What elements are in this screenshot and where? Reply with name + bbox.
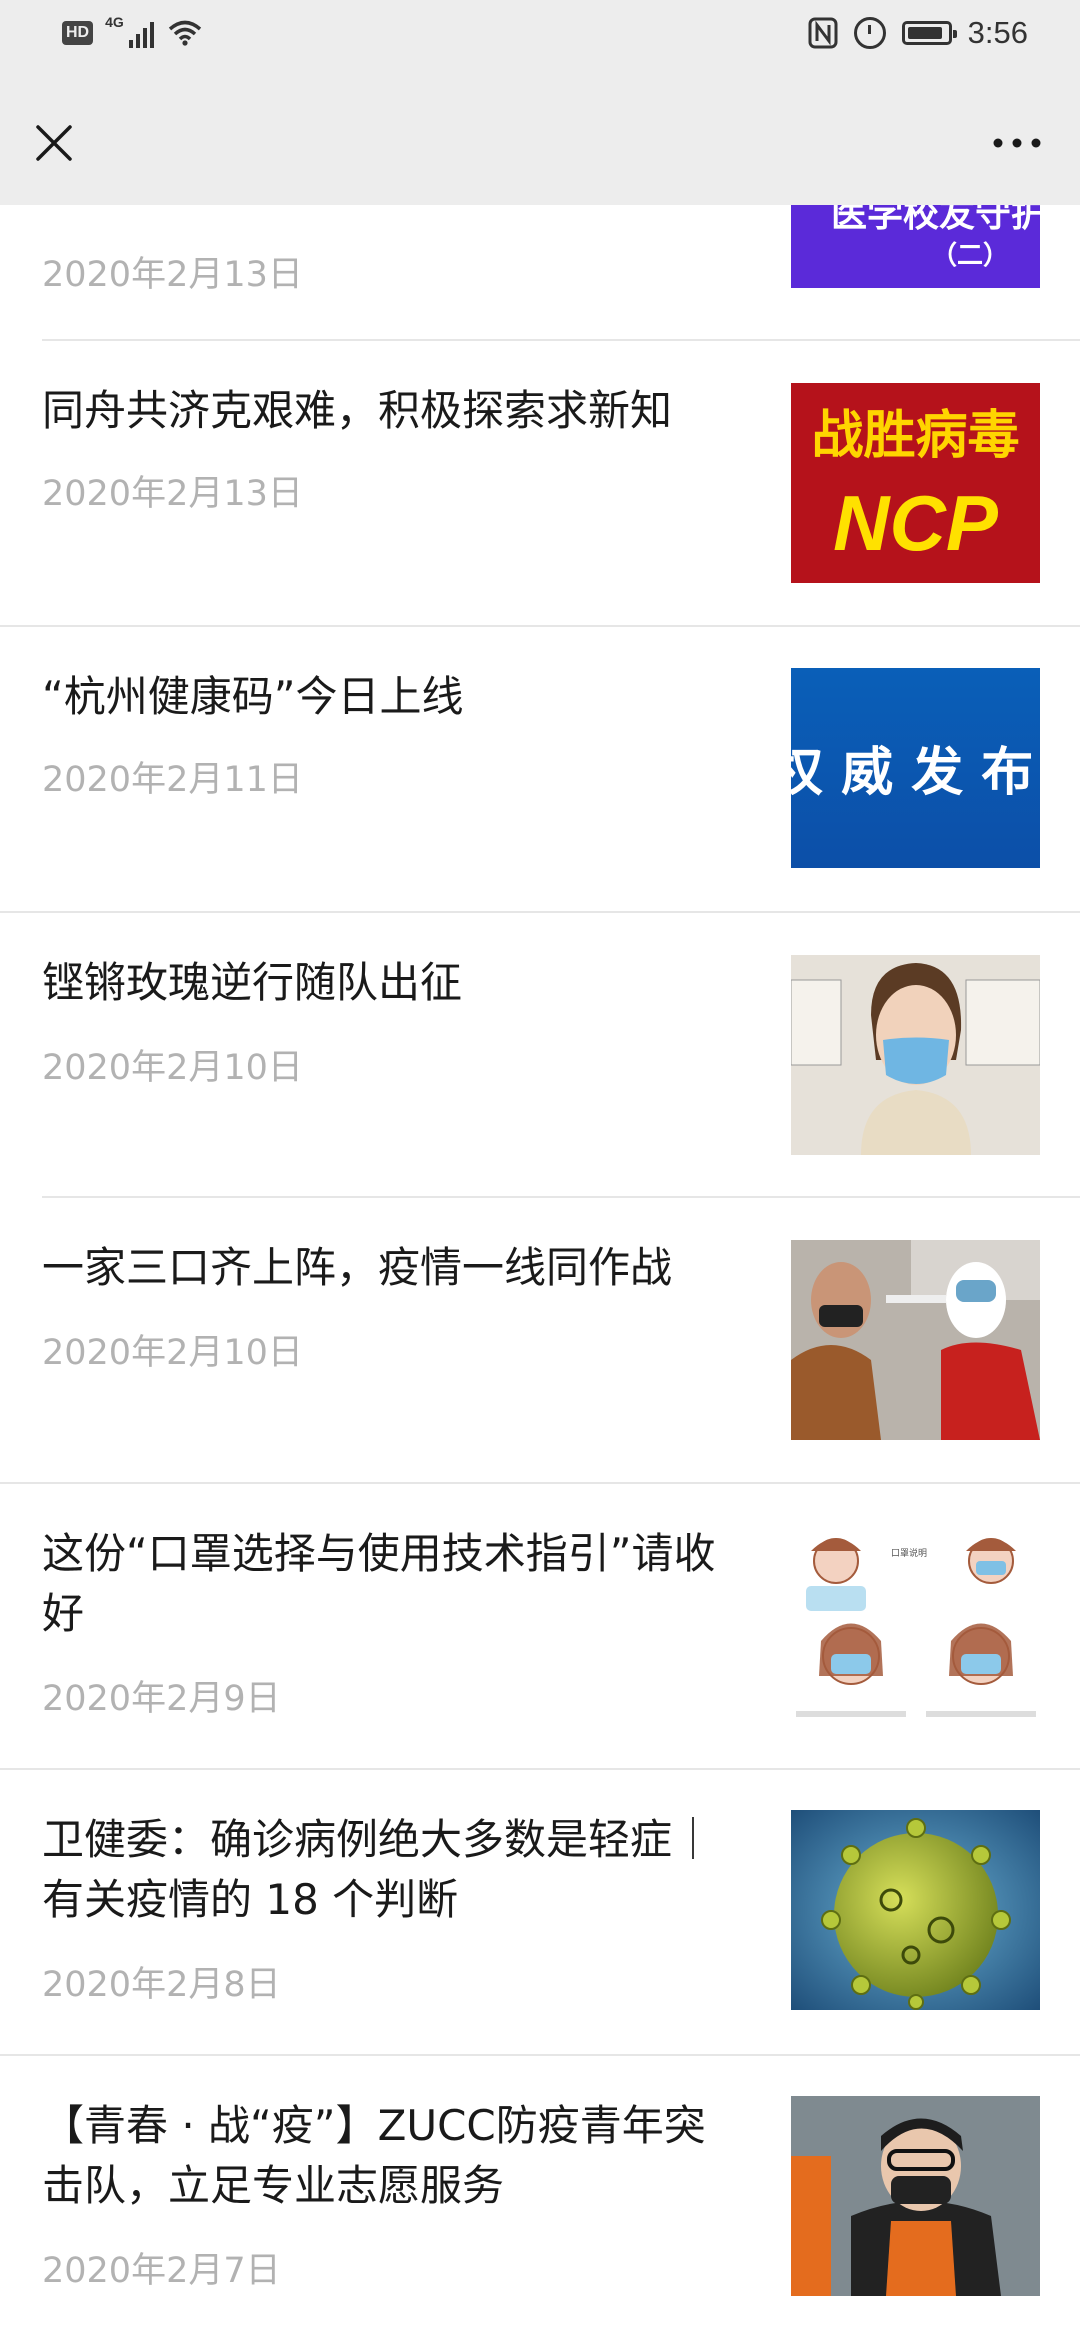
- status-bar: HD 4G 3:56: [0, 0, 1080, 75]
- article-thumbnail: [791, 1240, 1040, 1440]
- article-title: 一家三口齐上阵，疫情一线同作战: [42, 1243, 673, 1292]
- status-right: 3:56: [808, 15, 1028, 51]
- svg-text:口罩说明: 口罩说明: [891, 1547, 927, 1559]
- more-icon: [993, 138, 1041, 148]
- thumbnail-subtext: （二）: [931, 241, 1010, 271]
- article-title: 【青春 · 战“疫”】ZUCC防疫青年突击队，立足专业志愿服务: [42, 2101, 706, 2210]
- temperature-check-photo-icon: [791, 1240, 1040, 1440]
- list-item[interactable]: 铿锵玫瑰逆行随队出征 2020年2月10日: [0, 913, 1080, 1197]
- article-title: 这份“口罩选择与使用技术指引”请收好: [42, 1529, 716, 1638]
- battery-icon: [901, 21, 957, 45]
- article-thumbnail: [791, 955, 1040, 1155]
- list-item[interactable]: 这份“口罩选择与使用技术指引”请收好 2020年2月9日 口罩说明: [0, 1484, 1080, 1769]
- article-thumbnail: [791, 2096, 1040, 2296]
- status-time: 3:56: [967, 15, 1028, 50]
- article-thumbnail: 口罩说明: [791, 1526, 1040, 1726]
- top-bar: HD 4G 3:56: [0, 0, 1080, 205]
- nfc-icon: [808, 17, 838, 49]
- status-left: HD 4G: [62, 14, 202, 48]
- article-thumbnail: 权 威 发 布: [791, 668, 1040, 868]
- article-date: 2020年2月10日: [42, 1333, 303, 1373]
- article-thumbnail: [791, 1810, 1040, 2010]
- hd-badge: HD: [62, 21, 94, 45]
- article-date: 2020年2月9日: [42, 1679, 281, 1719]
- close-button[interactable]: [24, 113, 84, 173]
- article-date: 2020年2月8日: [42, 1965, 281, 2005]
- wifi-icon: [168, 20, 202, 46]
- thumbnail-text: 权 威 发 布: [791, 743, 1034, 803]
- cellular-signal-icon: 4G: [105, 14, 155, 48]
- list-item[interactable]: 【青春 · 战“疫”】ZUCC防疫青年突击队，立足专业志愿服务 2020年2月7…: [0, 2056, 1080, 2340]
- close-icon: [36, 125, 72, 161]
- article-date: 2020年2月10日: [42, 1048, 303, 1088]
- volunteer-photo-icon: [791, 2096, 1040, 2296]
- article-title: 同舟共济克艰难，积极探索求新知: [42, 386, 673, 435]
- article-title: 铿锵玫瑰逆行随队出征: [42, 958, 463, 1007]
- list-item[interactable]: 卫健委：确诊病例绝大多数是轻症｜有关疫情的 18 个判断 2020年2月8日: [0, 1770, 1080, 2055]
- article-date: 2020年2月7日: [42, 2251, 281, 2291]
- article-title: “杭州健康码”今日上线: [42, 672, 464, 721]
- list-item[interactable]: “杭州健康码”今日上线 2020年2月11日 权 威 发 布: [0, 627, 1080, 912]
- mask-guide-illustration-icon: 口罩说明: [791, 1526, 1040, 1726]
- more-button[interactable]: [982, 113, 1052, 173]
- article-date: 2020年2月13日: [42, 255, 303, 295]
- alarm-icon: [853, 17, 886, 49]
- thumbnail-subtext: NCP: [833, 479, 998, 567]
- list-item[interactable]: 同舟共济克艰难，积极探索求新知 2020年2月13日 战胜病毒 NCP: [0, 341, 1080, 626]
- woman-mask-photo-icon: [791, 955, 1040, 1155]
- article-thumbnail: 战胜病毒 NCP: [791, 383, 1040, 583]
- article-date: 2020年2月11日: [42, 760, 303, 800]
- list-item[interactable]: 一家三口齐上阵，疫情一线同作战 2020年2月10日: [0, 1198, 1080, 1483]
- article-title: 卫健委：确诊病例绝大多数是轻症｜有关疫情的 18 个判断: [42, 1815, 715, 1924]
- article-date: 2020年2月13日: [42, 474, 303, 514]
- thumbnail-text: 战胜病毒: [811, 406, 1020, 466]
- network-type: 4G: [105, 14, 124, 30]
- virus-illustration-icon: [791, 1810, 1040, 2010]
- nav-bar: [0, 75, 1080, 205]
